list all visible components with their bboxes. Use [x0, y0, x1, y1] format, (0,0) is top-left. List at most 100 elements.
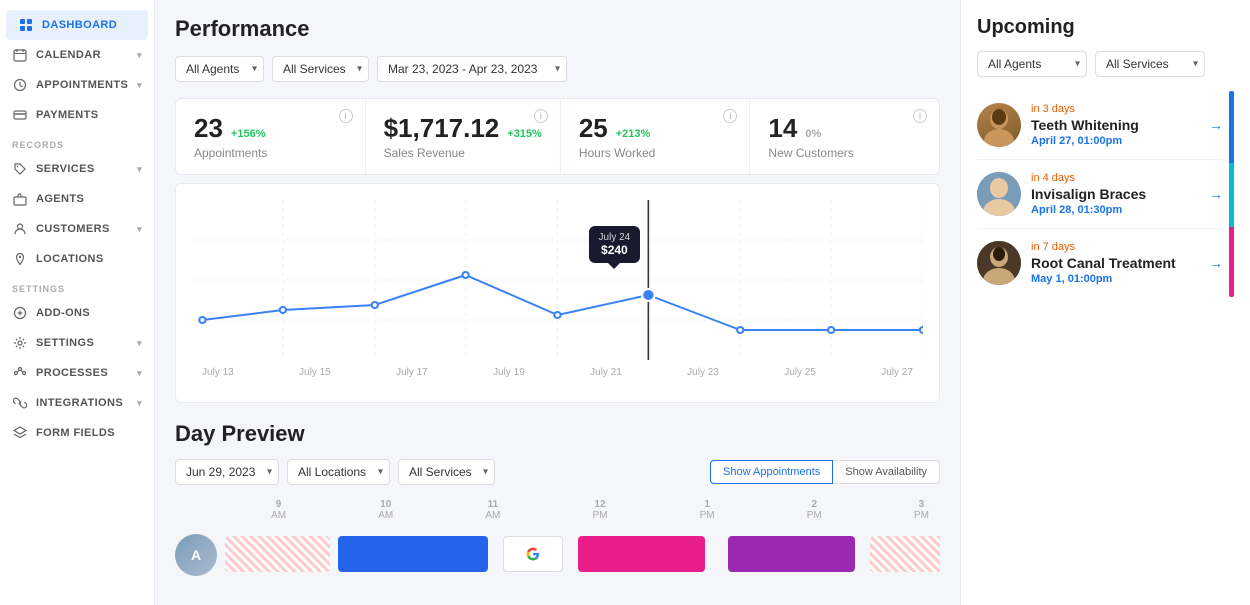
- block-striped-left[interactable]: [225, 536, 330, 572]
- chevron-icon: ▾: [137, 338, 142, 349]
- agent-filter-wrap: All Agents: [175, 56, 264, 82]
- stat-revenue: i $1,717.12 +315% Sales Revenue: [366, 99, 561, 174]
- sidebar-label-processes: PROCESSES: [36, 367, 108, 379]
- upcoming-service-1: Invisalign Braces: [1031, 186, 1199, 202]
- agent-filter[interactable]: All Agents: [175, 56, 264, 82]
- sidebar-label-payments: PAYMENTS: [36, 109, 99, 121]
- upcoming-item-1: in 4 days Invisalign Braces April 28, 01…: [977, 160, 1223, 229]
- timeline-header: 9AM 10AM 11AM 12PM 1PM 2PM 3PM: [175, 499, 940, 521]
- upcoming-avatar-0: [977, 103, 1021, 147]
- upcoming-agent-filter[interactable]: All Agents: [977, 51, 1087, 77]
- upcoming-avatar-2: [977, 241, 1021, 285]
- block-pink[interactable]: [578, 536, 706, 572]
- stat-info-icon[interactable]: i: [913, 109, 927, 123]
- upcoming-arrow-1[interactable]: →: [1209, 186, 1223, 202]
- stat-customers-value: 14: [768, 113, 797, 144]
- x-label-1: July 15: [299, 367, 331, 378]
- timeline-container: 9AM 10AM 11AM 12PM 1PM 2PM 3PM A: [175, 499, 940, 582]
- sidebar-item-form-fields[interactable]: FORM FIELDS: [0, 418, 154, 448]
- sidebar-item-payments[interactable]: PAYMENTS: [0, 100, 154, 130]
- time-slot-12: 12PM: [546, 499, 653, 521]
- sidebar-label-appointments: APPOINTMENTS: [36, 79, 128, 91]
- stat-info-icon[interactable]: i: [534, 109, 548, 123]
- date-preview-filter[interactable]: Jun 29, 2023: [175, 459, 279, 485]
- sidebar-item-customers[interactable]: CUSTOMERS ▾: [0, 214, 154, 244]
- upcoming-time-1: April 28, 01:30pm: [1031, 204, 1199, 216]
- gear-icon: [12, 335, 28, 351]
- stat-revenue-label: Sales Revenue: [384, 146, 542, 160]
- sidebar-item-calendar[interactable]: CALENDAR ▾: [0, 40, 154, 70]
- location-filter-wrap: All Locations: [287, 459, 390, 485]
- upcoming-filters: All Agents All Services: [977, 51, 1234, 77]
- performance-title: Performance: [175, 16, 940, 42]
- stat-customers-change: 0%: [805, 128, 821, 140]
- stat-hours-value: 25: [579, 113, 608, 144]
- chart-x-labels: July 13 July 15 July 17 July 19 July 21 …: [192, 367, 923, 378]
- upcoming-arrow-2[interactable]: →: [1209, 255, 1223, 271]
- stat-appointments-change: +156%: [231, 128, 266, 140]
- date-filter[interactable]: Mar 23, 2023 - Apr 23, 2023: [377, 56, 567, 82]
- calendar-icon: [12, 47, 28, 63]
- upcoming-title: Upcoming: [977, 16, 1234, 39]
- time-slot-3: 3PM: [868, 499, 940, 521]
- records-section-label: RECORDS: [0, 130, 154, 154]
- sidebar-item-integrations[interactable]: INTEGRATIONS ▾: [0, 388, 154, 418]
- x-label-3: July 19: [493, 367, 525, 378]
- pin-icon: [12, 251, 28, 267]
- sidebar-item-settings[interactable]: SETTINGS ▾: [0, 328, 154, 358]
- block-blue[interactable]: [338, 536, 488, 572]
- upcoming-service-wrap: All Services: [1095, 51, 1205, 77]
- sidebar-item-processes[interactable]: PROCESSES ▾: [0, 358, 154, 388]
- location-filter[interactable]: All Locations: [287, 459, 390, 485]
- performance-filters: All Agents All Services Mar 23, 2023 - A…: [175, 56, 940, 82]
- sidebar: DASHBOARD CALENDAR ▾ APPOINTMENTS ▾: [0, 0, 155, 605]
- show-availability-button[interactable]: Show Availability: [833, 460, 940, 484]
- stat-appointments: i 23 +156% Appointments: [176, 99, 366, 174]
- stat-revenue-value: $1,717.12: [384, 113, 500, 144]
- service-preview-filter[interactable]: All Services: [398, 459, 495, 485]
- upcoming-days-2: in 7 days: [1031, 241, 1199, 253]
- stat-hours-label: Hours Worked: [579, 146, 732, 160]
- upcoming-service-0: Teeth Whitening: [1031, 117, 1199, 133]
- time-slot-2: 2PM: [761, 499, 868, 521]
- sidebar-item-appointments[interactable]: APPOINTMENTS ▾: [0, 70, 154, 100]
- process-icon: [12, 365, 28, 381]
- sidebar-item-locations[interactable]: LOCATIONS: [0, 244, 154, 274]
- upcoming-info-1: in 4 days Invisalign Braces April 28, 01…: [1031, 172, 1199, 216]
- stats-row: i 23 +156% Appointments i $1,717.12 +315…: [175, 98, 940, 175]
- chevron-icon: ▾: [137, 224, 142, 235]
- card-icon: [12, 107, 28, 123]
- time-slot-10: 10AM: [332, 499, 439, 521]
- link-icon: [12, 395, 28, 411]
- upcoming-color-bar: [1229, 91, 1234, 297]
- time-slot-1: 1PM: [654, 499, 761, 521]
- sidebar-item-dashboard[interactable]: DASHBOARD: [6, 10, 148, 40]
- chevron-icon: ▾: [137, 398, 142, 409]
- x-label-0: July 13: [202, 367, 234, 378]
- service-preview-wrap: All Services: [398, 459, 495, 485]
- show-appointments-button[interactable]: Show Appointments: [710, 460, 833, 484]
- block-purple[interactable]: [728, 536, 856, 572]
- stat-customers: i 14 0% New Customers: [750, 99, 939, 174]
- sidebar-label-calendar: CALENDAR: [36, 49, 101, 61]
- x-label-4: July 21: [590, 367, 622, 378]
- stat-info-icon[interactable]: i: [723, 109, 737, 123]
- sidebar-item-addons[interactable]: ADD-ONS: [0, 298, 154, 328]
- sidebar-item-agents[interactable]: AGENTS: [0, 184, 154, 214]
- block-google[interactable]: [503, 536, 563, 572]
- upcoming-arrow-0[interactable]: →: [1209, 117, 1223, 133]
- block-striped-right[interactable]: [870, 536, 940, 572]
- performance-chart[interactable]: July 24 $240: [175, 183, 940, 403]
- sidebar-label-agents: AGENTS: [36, 193, 84, 205]
- chevron-icon: ▾: [137, 368, 142, 379]
- upcoming-service-filter[interactable]: All Services: [1095, 51, 1205, 77]
- sidebar-item-services[interactable]: SERVICES ▾: [0, 154, 154, 184]
- day-preview-title: Day Preview: [175, 421, 940, 447]
- service-filter[interactable]: All Services: [272, 56, 369, 82]
- upcoming-info-0: in 3 days Teeth Whitening April 27, 01:0…: [1031, 103, 1199, 147]
- stat-info-icon[interactable]: i: [339, 109, 353, 123]
- chevron-icon: ▾: [137, 50, 142, 61]
- timeline-blocks: [225, 536, 940, 574]
- day-preview-actions: Show Appointments Show Availability: [710, 460, 940, 484]
- settings-section-label: SETTINGS: [0, 274, 154, 298]
